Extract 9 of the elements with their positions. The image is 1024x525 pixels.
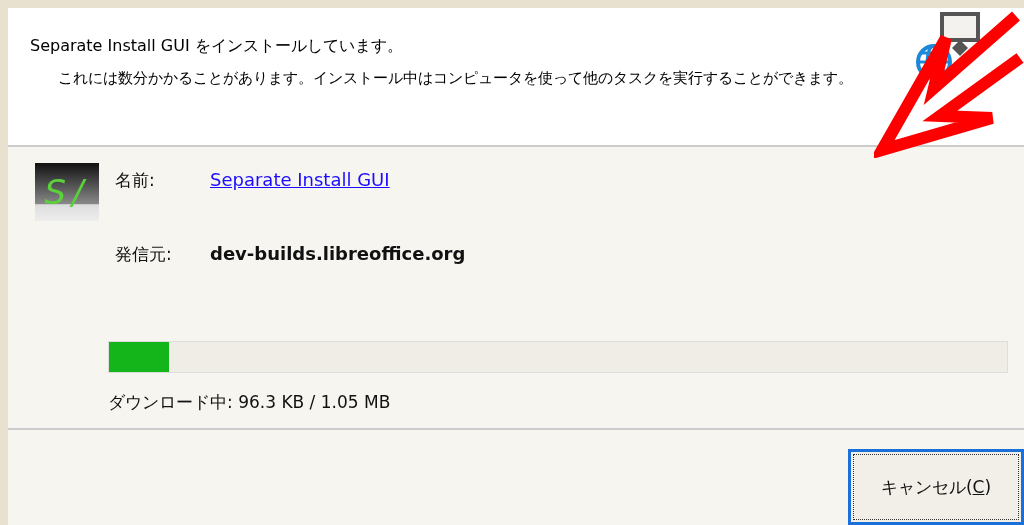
download-status: ダウンロード中: 96.3 KB / 1.05 MB — [108, 391, 392, 414]
description-text: これには数分かかることがあります。インストール中はコンピュータを使って他のタスクを実行することができます。 — [58, 68, 854, 89]
app-name-link[interactable]: Separate Install GUI — [210, 169, 390, 190]
cancel-button[interactable]: キャンセル(C) — [848, 449, 1024, 525]
app-logo: S/ — [35, 163, 99, 221]
field-label: 発信元: — [115, 243, 173, 266]
dialog-title: Separate Install GUI をインストールしています。 — [30, 36, 404, 57]
field-value: dev-builds.libreoffice.org — [210, 243, 466, 264]
field-label: 名前: — [115, 169, 156, 192]
